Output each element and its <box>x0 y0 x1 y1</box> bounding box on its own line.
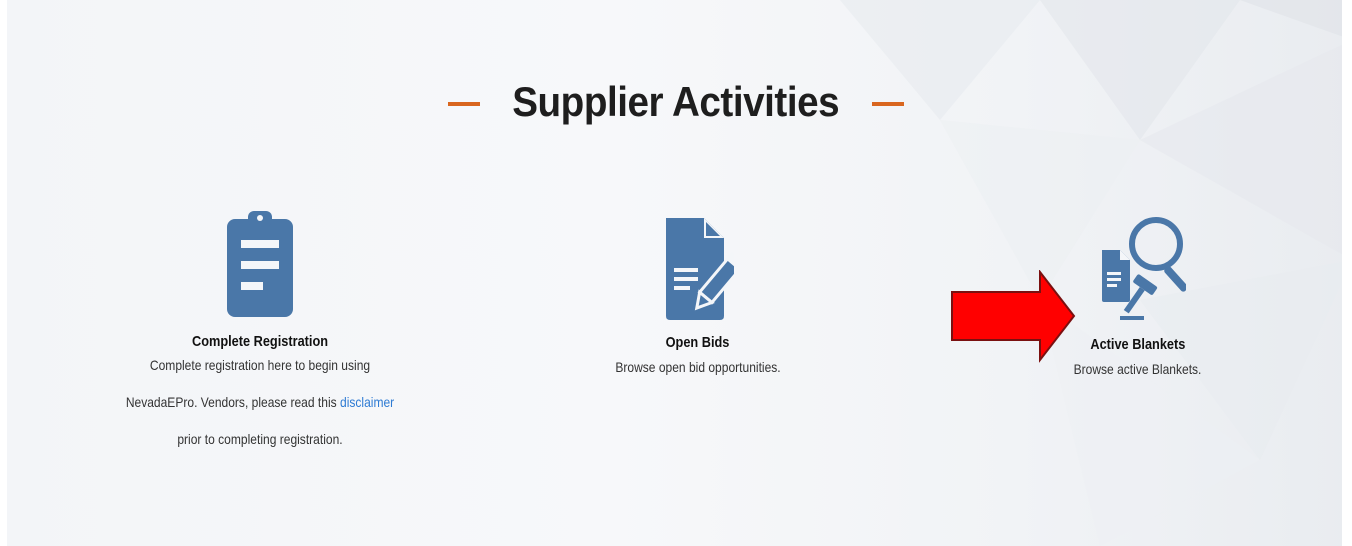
description-line: NevadaEPro. Vendors, please read this di… <box>118 384 402 421</box>
description-line: prior to completing registration. <box>177 431 343 447</box>
title-dash-left <box>448 102 481 106</box>
document-magnifier-gavel-icon[interactable] <box>1090 212 1186 322</box>
page-title: Supplier Activities <box>512 78 840 125</box>
card-complete-registration[interactable]: Complete Registration Complete registrat… <box>95 207 425 458</box>
card-title[interactable]: Open Bids <box>666 334 730 351</box>
description-text: NevadaEPro. Vendors, please read this <box>125 394 337 410</box>
document-pencil-icon[interactable] <box>662 216 734 320</box>
title-dash-right <box>871 102 904 106</box>
section-header: Supplier Activities <box>0 78 1352 126</box>
supplier-activities-page: Supplier Activities Complete Registratio… <box>0 0 1352 546</box>
disclaimer-link[interactable]: disclaimer <box>340 394 394 410</box>
red-arrow-icon <box>951 270 1076 363</box>
card-description: Browse open bid opportunities. <box>615 359 781 375</box>
card-title[interactable]: Active Blankets <box>1090 336 1185 353</box>
card-open-bids[interactable]: Open Bids Browse open bid opportunities. <box>548 216 848 382</box>
clipboard-icon[interactable] <box>225 207 295 319</box>
description-line: Complete registration here to begin usin… <box>149 357 371 373</box>
card-description: Complete registration here to begin usin… <box>118 347 402 458</box>
